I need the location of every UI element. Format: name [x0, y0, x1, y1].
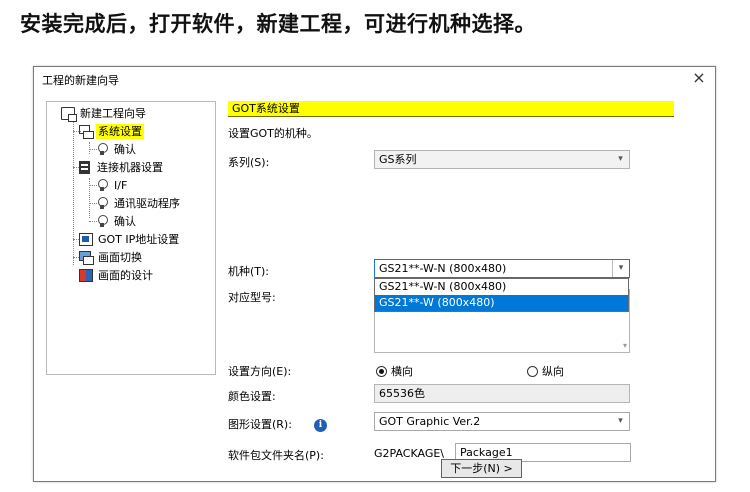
ip-address-icon	[79, 232, 93, 246]
tree-item-label: 系统设置	[96, 123, 144, 139]
model-select[interactable]: GS21**-W-N (800x480) ▾	[374, 259, 630, 278]
graphic-label: 图形设置(R):	[228, 418, 292, 431]
graphic-value: GOT Graphic Ver.2	[379, 415, 481, 428]
tree-item-connection-confirm[interactable]: 确认	[95, 212, 138, 230]
radio-checked-icon	[376, 365, 387, 377]
model-label: 机种(T):	[228, 265, 270, 278]
connection-device-icon	[79, 160, 90, 174]
color-label: 颜色设置:	[228, 390, 276, 403]
compatible-model-label: 对应型号:	[228, 291, 276, 304]
tree-connector	[73, 122, 74, 265]
package-name-value: Package1	[460, 446, 513, 459]
tree-connector	[89, 178, 90, 218]
model-option[interactable]: GS21**-W-N (800x480)	[375, 279, 628, 295]
lightbulb-icon	[95, 214, 109, 228]
scroll-down-icon[interactable]: ▾	[623, 341, 627, 350]
radio-unchecked-icon	[527, 365, 538, 377]
model-value: GS21**-W-N (800x480)	[379, 262, 507, 275]
tree-item-connection-settings[interactable]: 连接机器设置	[79, 158, 165, 176]
system-settings-icon	[79, 124, 94, 139]
model-option-selected[interactable]: GS21**-W (800x480)	[375, 295, 628, 311]
tree-item-label: 通讯驱动程序	[114, 196, 180, 210]
chevron-down-icon: ▾	[618, 154, 623, 164]
series-label: 系列(S):	[228, 156, 270, 169]
tree-item-label: 确认	[114, 142, 136, 156]
series-select[interactable]: GS系列 ▾	[374, 150, 630, 169]
tree-item-label: 确认	[114, 214, 136, 228]
color-value: 65536色	[379, 387, 425, 400]
tree-item-system-settings[interactable]: 系统设置	[79, 122, 144, 140]
chevron-down-icon: ▾	[618, 416, 623, 426]
chevron-down-icon: ▾	[612, 260, 629, 277]
radio-label: 纵向	[542, 365, 564, 378]
tree-item-if[interactable]: I/F	[95, 176, 129, 194]
dialog-title-bar[interactable]: 工程的新建向导 ×	[34, 67, 715, 91]
close-button[interactable]: ×	[689, 68, 709, 88]
screen-switch-icon	[79, 250, 94, 265]
tree-connector	[89, 142, 90, 154]
tree-item-ip-settings[interactable]: GOT IP地址设置	[79, 230, 181, 248]
lightbulb-icon	[95, 178, 109, 192]
section-banner: GOT系统设置	[228, 101, 674, 117]
package-prefix: G2PACKAGE\	[374, 447, 444, 460]
package-label: 软件包文件夹名(P):	[228, 449, 324, 462]
lightbulb-icon	[95, 142, 109, 156]
tree-item-comm-driver[interactable]: 通讯驱动程序	[95, 194, 182, 212]
screen-design-icon	[79, 268, 93, 282]
lightbulb-icon	[95, 196, 109, 210]
series-value: GS系列	[379, 153, 417, 166]
tree-item-label: 画面的设计	[98, 268, 153, 282]
color-value-field: 65536色	[374, 384, 630, 403]
next-button[interactable]: 下一步(N) >	[441, 459, 522, 478]
tree-item-label: GOT IP地址设置	[98, 232, 180, 246]
page-caption: 安装完成后，打开软件，新建工程，可进行机种选择。	[20, 12, 536, 36]
tree-item-new-project-wizard[interactable]: 新建工程向导	[61, 104, 148, 122]
tree-item-label: 连接机器设置	[97, 160, 163, 174]
graphic-select[interactable]: GOT Graphic Ver.2 ▾	[374, 412, 630, 431]
model-dropdown-list: GS21**-W-N (800x480) GS21**-W (800x480)	[374, 278, 629, 312]
wizard-step-tree: 新建工程向导 系统设置 确认 连接机器设置 I/F 通讯驱动程序 确认 GOT	[46, 101, 216, 375]
orientation-vertical-radio[interactable]: 纵向	[527, 363, 564, 379]
new-project-wizard-dialog: 工程的新建向导 × 新建工程向导 系统设置 确认 连接机器设置 I/F 通讯驱动…	[33, 66, 716, 482]
info-icon[interactable]: i	[314, 419, 327, 432]
tree-item-system-confirm[interactable]: 确认	[95, 140, 138, 158]
orientation-label: 设置方向(E):	[228, 365, 292, 378]
tree-item-label: 新建工程向导	[80, 106, 146, 120]
tree-item-label: I/F	[114, 178, 128, 192]
tree-item-screen-design[interactable]: 画面的设计	[79, 266, 155, 284]
tree-item-screen-switch[interactable]: 画面切换	[79, 248, 144, 266]
wizard-icon	[61, 106, 77, 122]
dialog-title: 工程的新建向导	[42, 74, 119, 87]
tree-item-label: 画面切换	[98, 250, 142, 264]
radio-label: 横向	[391, 365, 413, 378]
section-description: 设置GOT的机种。	[228, 127, 318, 140]
orientation-horizontal-radio[interactable]: 横向	[376, 363, 413, 379]
